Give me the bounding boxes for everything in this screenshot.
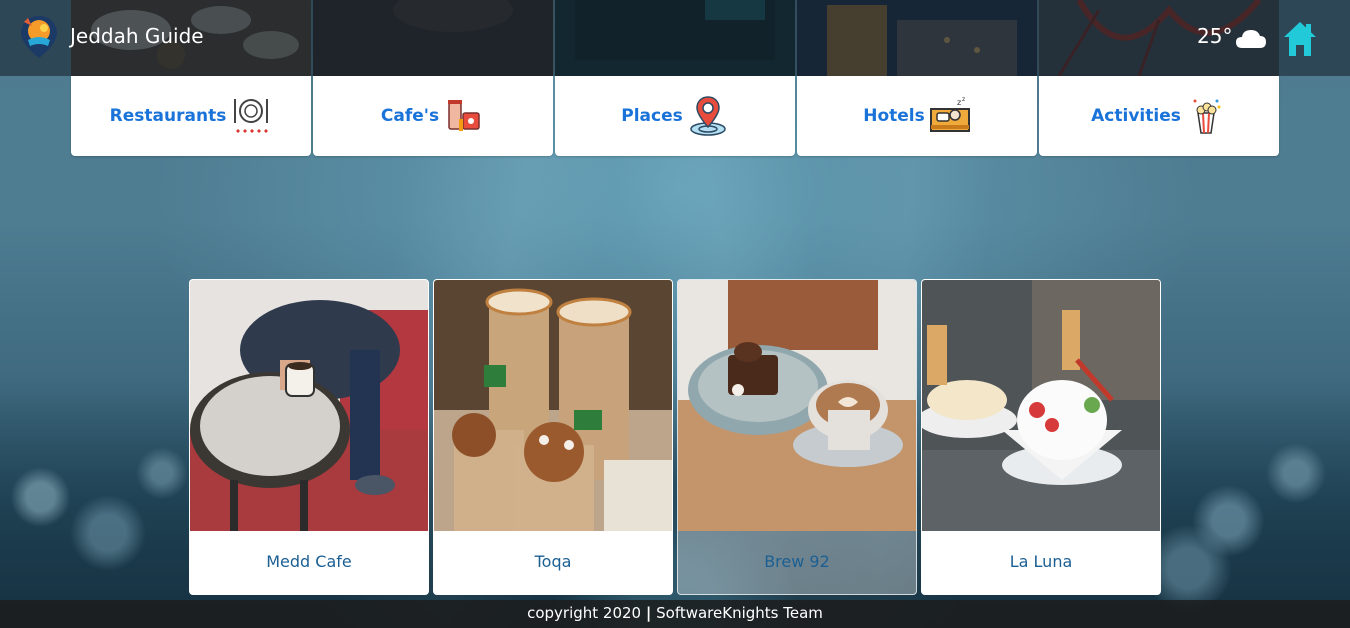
place-name: Medd Cafe (266, 552, 352, 571)
home-icon[interactable] (1282, 20, 1318, 58)
footer: copyright 2020 | SoftwareKnights Team (0, 600, 1350, 628)
place-photo (678, 280, 916, 531)
hotel-bed-icon: z z (929, 96, 970, 132)
jeddah-guide-logo-icon[interactable] (18, 14, 60, 60)
place-card-la-luna[interactable]: La Luna (921, 279, 1161, 595)
popcorn-icon (1193, 99, 1221, 134)
category-activities[interactable]: Activities (1039, 76, 1279, 156)
category-restaurants[interactable]: Restaurants (71, 76, 311, 156)
place-photo (922, 280, 1160, 531)
category-hotels[interactable]: Hotels z z (797, 76, 1037, 156)
category-label: Places (621, 106, 683, 126)
place-photo (190, 280, 428, 531)
cloud-icon (1236, 30, 1266, 48)
category-label: Restaurants (109, 106, 227, 126)
location-pin-icon (689, 96, 726, 136)
place-card-toqa[interactable]: Toqa (433, 279, 673, 595)
weather-temperature: 25° (1197, 24, 1233, 48)
footer-team: SoftwareKnights Team (651, 604, 823, 622)
category-cafes[interactable]: Cafe's (313, 76, 553, 156)
restaurant-icon (234, 99, 269, 133)
svg-text:z: z (962, 96, 965, 103)
category-label: Hotels (863, 106, 925, 126)
place-card-brew-92[interactable]: Brew 92 (677, 279, 917, 595)
place-photo (434, 280, 672, 531)
cafe-icon (448, 100, 480, 131)
place-name: Toqa (534, 552, 572, 571)
brand-title[interactable]: Jeddah Guide (70, 24, 204, 48)
svg-text:z: z (957, 98, 961, 107)
place-card-medd-cafe[interactable]: Medd Cafe (189, 279, 429, 595)
category-label: Cafe's (380, 106, 440, 126)
category-label: Activities (1091, 106, 1181, 126)
footer-copyright: copyright 2020 (527, 604, 646, 622)
category-places[interactable]: Places (555, 76, 795, 156)
place-name: La Luna (1009, 552, 1073, 571)
place-name: Brew 92 (764, 552, 830, 571)
